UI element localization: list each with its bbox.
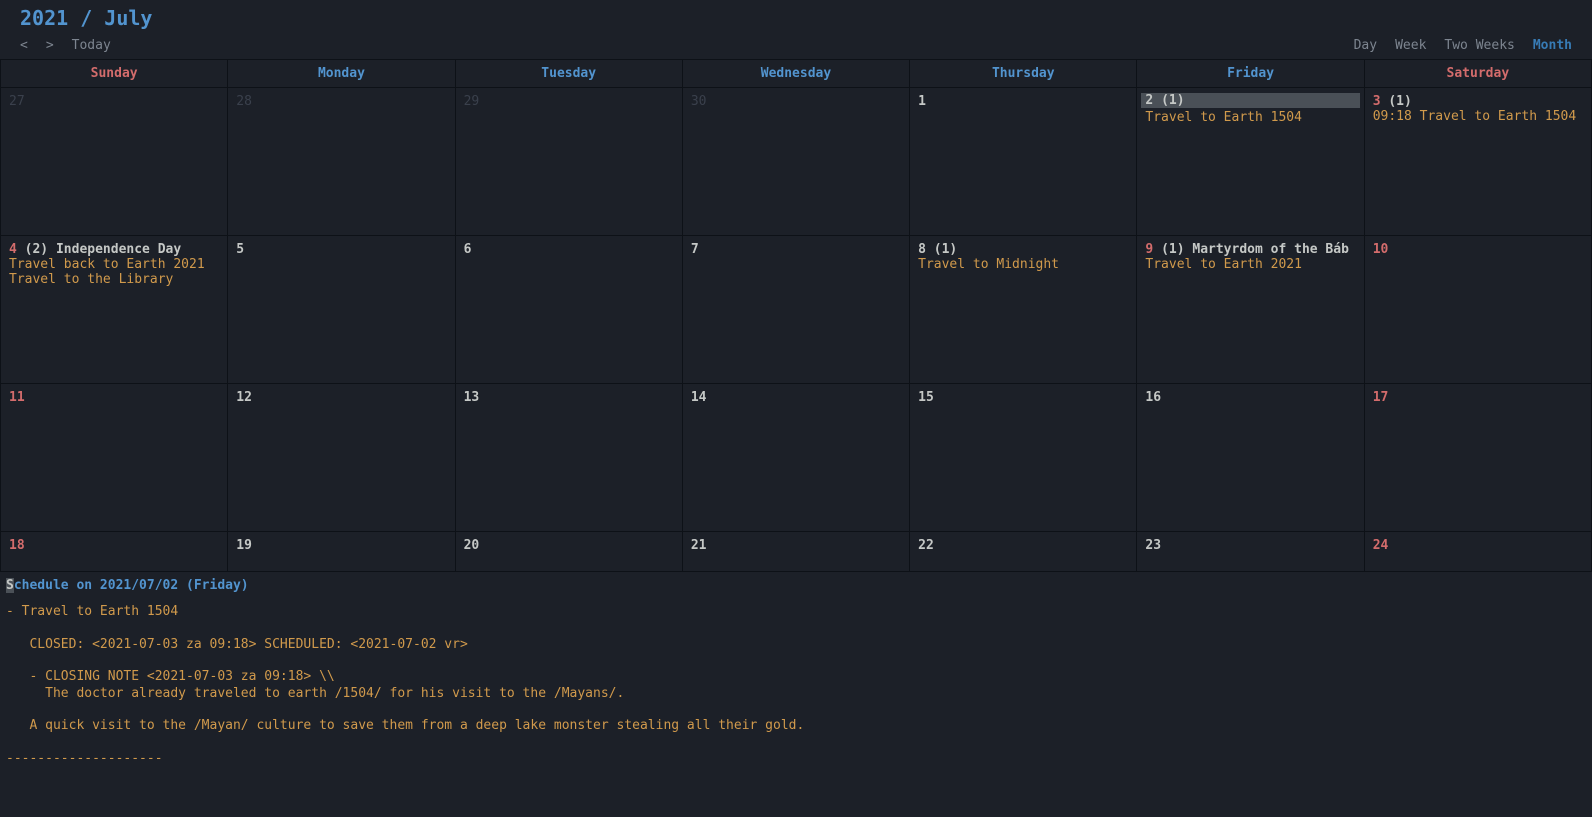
day-cell[interactable]: 23 <box>1137 532 1364 572</box>
day-cell[interactable]: 21 <box>682 532 909 572</box>
event-count: (1) <box>1388 94 1411 109</box>
day-cell[interactable]: 30 <box>682 88 909 236</box>
day-cell[interactable]: 12 <box>228 384 455 532</box>
day-number: 19 <box>236 538 252 553</box>
day-cell[interactable]: 18 <box>1 532 228 572</box>
day-number: 1 <box>918 94 926 109</box>
col-wednesday: Wednesday <box>682 60 909 88</box>
view-two-weeks[interactable]: Two Weeks <box>1444 38 1514 53</box>
day-number: 11 <box>9 390 25 405</box>
day-number: 16 <box>1145 390 1161 405</box>
event-count: (1) <box>934 242 957 257</box>
day-cell[interactable]: 14 <box>682 384 909 532</box>
day-cell[interactable]: 7 <box>682 236 909 384</box>
day-number: 10 <box>1373 242 1389 257</box>
next-button[interactable]: > <box>46 38 54 53</box>
day-cell[interactable]: 22 <box>910 532 1137 572</box>
event-item[interactable]: Travel to Midnight <box>918 257 1128 272</box>
day-cell[interactable]: 13 <box>455 384 682 532</box>
day-number: 20 <box>464 538 480 553</box>
day-number: 18 <box>9 538 25 553</box>
event-item[interactable]: Travel to Earth 1504 <box>1145 110 1355 125</box>
day-number: 29 <box>464 94 480 109</box>
detail-title: Schedule on 2021/07/02 (Friday) <box>6 578 249 593</box>
view-day[interactable]: Day <box>1354 38 1377 53</box>
day-cell[interactable]: 27 <box>1 88 228 236</box>
day-cell[interactable]: 3 (1) 09:18 Travel to Earth 1504 <box>1364 88 1591 236</box>
col-monday: Monday <box>228 60 455 88</box>
page-title: 2021 / July <box>20 6 152 30</box>
day-cell[interactable]: 17 <box>1364 384 1591 532</box>
day-number: 9 <box>1145 242 1153 257</box>
day-number: 12 <box>236 390 252 405</box>
day-cell[interactable]: 8 (1) Travel to Midnight <box>910 236 1137 384</box>
nav-bar: < > Today Day Week Two Weeks Month <box>0 34 1592 59</box>
day-number: 30 <box>691 94 707 109</box>
day-cell[interactable]: 9 (1) Martyrdom of the Báb Travel to Ear… <box>1137 236 1364 384</box>
day-number: 27 <box>9 94 25 109</box>
event-item[interactable]: Travel to the Library <box>9 272 219 287</box>
day-number: 24 <box>1373 538 1389 553</box>
cursor: S <box>6 578 14 593</box>
day-number: 17 <box>1373 390 1389 405</box>
day-cell[interactable]: 28 <box>228 88 455 236</box>
event-count: (1) <box>1161 93 1184 108</box>
event-item[interactable]: Travel back to Earth 2021 <box>9 257 219 272</box>
day-cell-selected[interactable]: 2 (1) Travel to Earth 1504 <box>1137 88 1364 236</box>
day-cell[interactable]: 29 <box>455 88 682 236</box>
event-count: (2) <box>25 242 48 257</box>
day-number: 7 <box>691 242 699 257</box>
prev-button[interactable]: < <box>20 38 28 53</box>
today-button[interactable]: Today <box>72 38 111 53</box>
col-saturday: Saturday <box>1364 60 1591 88</box>
col-friday: Friday <box>1137 60 1364 88</box>
holiday-label: Martyrdom of the Báb <box>1192 242 1349 257</box>
day-cell[interactable]: 1 <box>910 88 1137 236</box>
day-cell[interactable]: 15 <box>910 384 1137 532</box>
event-item[interactable]: 09:18 Travel to Earth 1504 <box>1373 109 1583 124</box>
detail-body: - Travel to Earth 1504 CLOSED: <2021-07-… <box>6 604 1586 767</box>
day-cell[interactable]: 5 <box>228 236 455 384</box>
day-number: 15 <box>918 390 934 405</box>
day-cell[interactable]: 20 <box>455 532 682 572</box>
day-cell[interactable]: 10 <box>1364 236 1591 384</box>
col-thursday: Thursday <box>910 60 1137 88</box>
day-number: 23 <box>1145 538 1161 553</box>
col-tuesday: Tuesday <box>455 60 682 88</box>
day-number: 13 <box>464 390 480 405</box>
col-sunday: Sunday <box>1 60 228 88</box>
day-cell[interactable]: 24 <box>1364 532 1591 572</box>
day-cell[interactable]: 19 <box>228 532 455 572</box>
day-number: 4 <box>9 242 17 257</box>
day-number: 5 <box>236 242 244 257</box>
day-cell[interactable]: 6 <box>455 236 682 384</box>
day-number: 3 <box>1373 94 1381 109</box>
day-cell[interactable]: 4 (2) Independence Day Travel back to Ea… <box>1 236 228 384</box>
event-item[interactable]: Travel to Earth 2021 <box>1145 257 1355 272</box>
calendar-grid: Sunday Monday Tuesday Wednesday Thursday… <box>0 59 1592 572</box>
day-number: 22 <box>918 538 934 553</box>
day-number: 28 <box>236 94 252 109</box>
day-cell[interactable]: 16 <box>1137 384 1364 532</box>
day-number: 2 <box>1145 93 1153 108</box>
holiday-label: Independence Day <box>56 242 181 257</box>
day-number: 8 <box>918 242 926 257</box>
schedule-detail-panel: Schedule on 2021/07/02 (Friday) - Travel… <box>0 572 1592 773</box>
event-count: (1) <box>1161 242 1184 257</box>
day-number: 21 <box>691 538 707 553</box>
day-number: 14 <box>691 390 707 405</box>
view-week[interactable]: Week <box>1395 38 1426 53</box>
day-number: 6 <box>464 242 472 257</box>
view-month[interactable]: Month <box>1533 38 1572 53</box>
day-cell[interactable]: 11 <box>1 384 228 532</box>
